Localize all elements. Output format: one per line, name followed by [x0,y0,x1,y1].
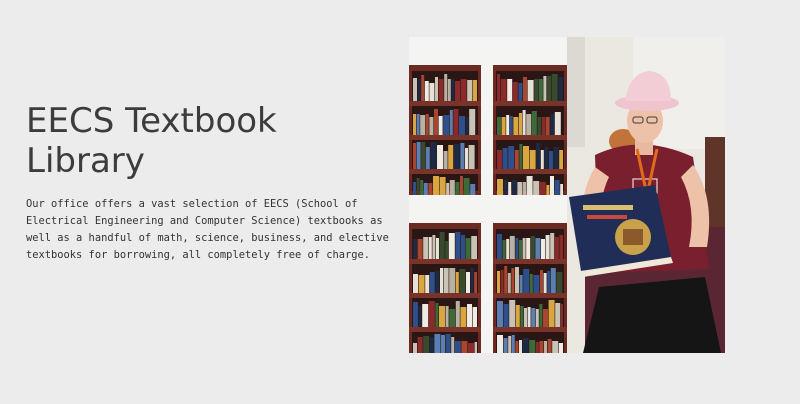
bookshelf-photo-top [409,37,567,203]
library-description: Our office offers a vast selection of EE… [26,198,389,261]
library-photo-collage [409,37,725,353]
bookshelf-photo-bottom [409,195,567,353]
student-reading-photo [567,37,725,353]
intro-text-block: EECS Textbook Library Our office offers … [26,101,396,264]
page-title: EECS Textbook Library [26,101,277,181]
